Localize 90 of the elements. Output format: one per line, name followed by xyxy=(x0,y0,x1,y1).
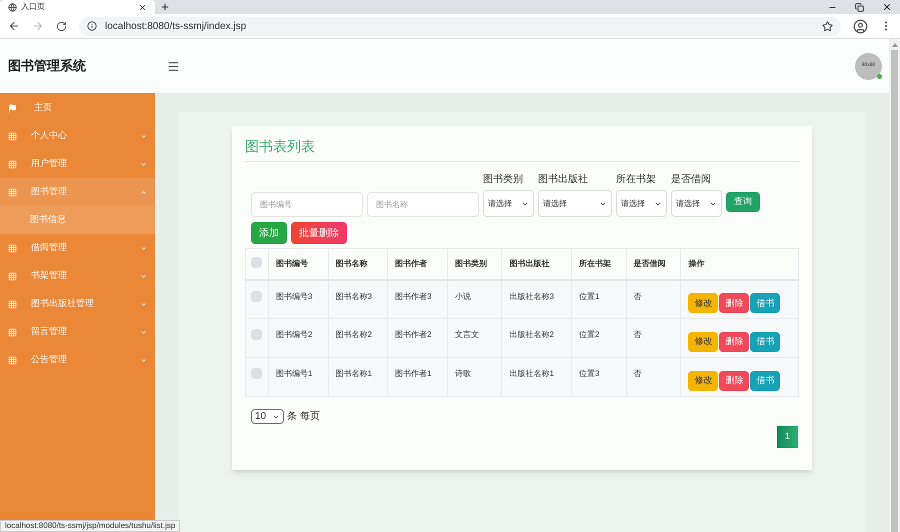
browser-tab[interactable]: 入口页 xyxy=(0,0,155,14)
caret-icon xyxy=(140,300,147,308)
page-size-label: 条 每页 xyxy=(287,410,320,424)
filter-label: 是否借阅 xyxy=(671,173,712,187)
column-header: 是否借阅 xyxy=(626,248,681,280)
caret-icon xyxy=(140,272,147,280)
grid-icon xyxy=(8,160,17,168)
restore-icon[interactable] xyxy=(855,3,864,12)
sidebar-item[interactable]: 个人中心 xyxy=(0,122,155,150)
close-icon[interactable] xyxy=(138,2,147,12)
filter-label: 所在书架 xyxy=(616,172,657,187)
profile-icon[interactable] xyxy=(853,18,868,34)
caret-icon xyxy=(140,160,147,168)
table-cell: 图书名称1 xyxy=(328,358,388,396)
grid-icon xyxy=(8,272,17,280)
table-cell: 位置3 xyxy=(572,358,626,396)
search-field[interactable]: 图书编号 xyxy=(251,192,363,217)
table-cell: 图书作者1 xyxy=(388,358,448,396)
close-icon[interactable] xyxy=(882,2,892,12)
checkbox[interactable] xyxy=(251,329,262,340)
globe-icon xyxy=(8,2,17,12)
filter-label: 图书出版社 xyxy=(538,172,589,187)
row-action-button[interactable]: 修改 xyxy=(688,332,718,352)
sidebar-item[interactable]: 用户管理 xyxy=(0,150,155,178)
card-title: 图书表列表 xyxy=(245,136,799,162)
search-field[interactable]: 图书名称 xyxy=(367,192,479,217)
sidebar-item[interactable]: 图书管理 xyxy=(0,178,155,206)
row-action-button[interactable]: 借书 xyxy=(750,371,780,391)
checkbox[interactable] xyxy=(251,257,262,268)
row-action-button[interactable]: 借书 xyxy=(750,332,780,352)
column-header: 操作 xyxy=(680,248,798,280)
grid-icon xyxy=(8,188,17,196)
grid-icon xyxy=(8,300,17,308)
caret-icon xyxy=(140,244,147,252)
grid-icon xyxy=(8,132,17,140)
status-bar-url: localhost:8080/ts-ssmj/jsp/modules/tushu/list.jsp xyxy=(0,520,180,532)
column-header: 图书名称 xyxy=(328,248,388,280)
sidebar-item[interactable]: 借阅管理 xyxy=(0,234,155,262)
table-cell: 否 xyxy=(626,358,681,396)
row-action-button[interactable]: 修改 xyxy=(688,293,718,314)
tab-title: 入口页 xyxy=(21,1,46,13)
toolbar-button[interactable]: 添加 xyxy=(251,222,287,244)
caret-icon xyxy=(140,188,147,196)
back-icon[interactable] xyxy=(8,20,20,32)
column-header: 图书类别 xyxy=(447,248,502,280)
grid-icon xyxy=(8,356,17,364)
page-button[interactable]: 1 xyxy=(777,426,798,448)
page-size-select[interactable]: 10 xyxy=(251,409,284,424)
table-cell: 出版社名称1 xyxy=(502,358,572,396)
row-action-button[interactable]: 借书 xyxy=(750,293,780,314)
sidebar-item[interactable]: 留言管理 xyxy=(0,318,155,346)
caret-icon xyxy=(140,328,147,336)
filter-label: 图书类别 xyxy=(483,172,524,187)
address-bar[interactable]: localhost:8080/ts-ssmj/index.jsp xyxy=(79,16,841,36)
table-cell: 诗歌 xyxy=(447,358,502,396)
sidebar-item[interactable]: 图书出版社管理 xyxy=(0,290,155,318)
column-header: 图书编号 xyxy=(268,248,328,280)
new-tab-icon[interactable] xyxy=(160,2,170,12)
grid-icon xyxy=(8,244,17,252)
filter-select[interactable]: 请选择 xyxy=(538,190,612,217)
sidebar-subitem[interactable]: 图书信息 xyxy=(0,206,155,234)
sidebar-item[interactable]: 公告管理 xyxy=(0,346,155,374)
row-action-button[interactable]: 删除 xyxy=(719,371,750,391)
filter-select[interactable]: 请选择 xyxy=(483,190,534,217)
search-button[interactable]: 查询 xyxy=(726,192,760,212)
flag-icon xyxy=(8,104,17,112)
info-icon xyxy=(87,21,97,31)
filter-select[interactable]: 请选择 xyxy=(671,190,722,217)
column-header: 图书作者 xyxy=(388,248,448,280)
menu-icon[interactable] xyxy=(167,60,180,72)
column-header: 图书出版社 xyxy=(502,248,572,280)
sidebar-item[interactable]: 主页 xyxy=(0,94,155,122)
checkbox[interactable] xyxy=(251,368,262,379)
caret-icon xyxy=(140,132,147,140)
star-icon[interactable] xyxy=(822,20,833,32)
reload-icon[interactable] xyxy=(56,20,67,32)
column-header: 所在书架 xyxy=(572,248,626,280)
toolbar-button[interactable]: 批量删除 xyxy=(291,222,347,244)
url-text: localhost:8080/ts-ssmj/index.jsp xyxy=(105,20,248,34)
scrollbar[interactable] xyxy=(889,39,900,532)
sidebar-item[interactable]: 书架管理 xyxy=(0,262,155,290)
row-action-button[interactable]: 删除 xyxy=(719,293,750,314)
row-action-button[interactable]: 删除 xyxy=(719,332,750,352)
app-title: 图书管理系统 xyxy=(7,57,87,76)
filter-select[interactable]: 请选择 xyxy=(616,190,667,217)
table-cell: 图书编号1 xyxy=(268,358,328,396)
row-action-button[interactable]: 修改 xyxy=(688,371,718,391)
caret-icon xyxy=(140,356,147,364)
grid-icon xyxy=(8,328,17,336)
checkbox[interactable] xyxy=(251,290,262,302)
